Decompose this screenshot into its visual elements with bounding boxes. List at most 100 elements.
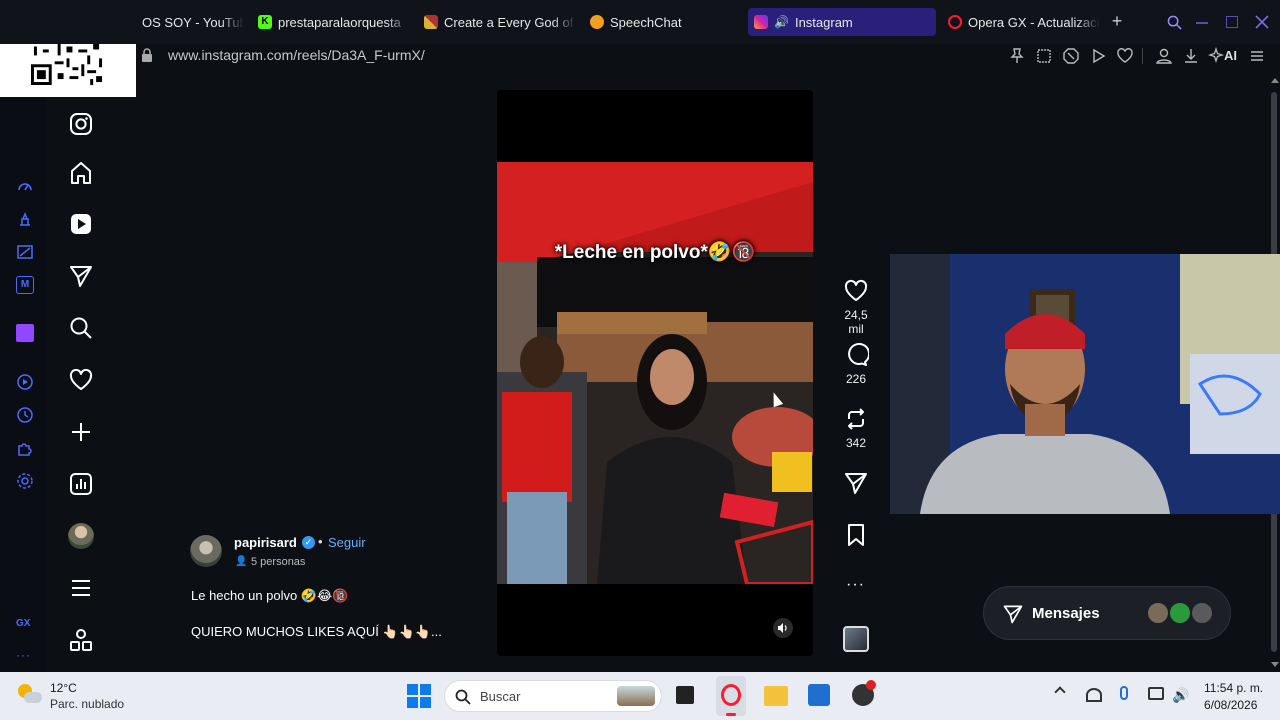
grid-icon xyxy=(424,15,438,29)
play-icon[interactable] xyxy=(1089,47,1107,65)
start-windows-icon[interactable] xyxy=(407,684,431,708)
opera-gx-taskbar-icon[interactable] xyxy=(716,676,746,716)
threads-apps-icon[interactable] xyxy=(68,627,94,653)
send-message-icon[interactable] xyxy=(68,263,94,289)
opera-sidebar: M GX ··· xyxy=(0,97,46,672)
messages-button[interactable]: Mensajes xyxy=(983,586,1231,640)
url-field[interactable]: www.instagram.com/reels/Da3A_F-urmX/ xyxy=(168,47,425,63)
store-icon[interactable] xyxy=(808,684,830,706)
share-icon[interactable] xyxy=(843,470,869,496)
microphone-icon[interactable] xyxy=(1120,686,1128,700)
network-off-icon[interactable] xyxy=(1086,688,1102,702)
webcam-overlay xyxy=(890,254,1280,514)
search-highlight-image xyxy=(617,686,655,706)
tab-instagram[interactable]: 🔊 Instagram xyxy=(748,8,936,36)
tab-opera-gx[interactable]: Opera GX - Actualizaci xyxy=(942,8,1100,36)
like-heart-icon[interactable] xyxy=(843,278,869,304)
mute-icon[interactable] xyxy=(773,618,793,638)
app-icon-notification[interactable] xyxy=(852,680,876,706)
tab-speechchat[interactable]: SpeechChat xyxy=(584,8,734,36)
twitch-icon[interactable] xyxy=(16,324,34,342)
weather-icon[interactable] xyxy=(18,684,42,706)
menu-icon[interactable] xyxy=(1248,47,1266,65)
search-icon xyxy=(455,689,471,705)
like-action[interactable]: 24,5 mil xyxy=(836,278,876,336)
profile-avatar[interactable] xyxy=(68,523,94,549)
task-view-icon[interactable] xyxy=(676,686,694,704)
repost-action[interactable]: 342 xyxy=(836,406,876,450)
message-avatar xyxy=(1190,601,1214,625)
ai-label[interactable]: AI xyxy=(1224,48,1237,63)
notifications-heart-icon[interactable] xyxy=(68,367,94,393)
follow-button[interactable]: Seguir xyxy=(328,535,366,550)
lock-icon[interactable] xyxy=(141,48,153,62)
close-window-button[interactable] xyxy=(1255,15,1269,29)
extensions-icon[interactable] xyxy=(16,439,34,457)
gx-control-icon[interactable] xyxy=(16,210,34,228)
tab-youtube[interactable]: OS SOY - YouTube xyxy=(136,8,244,36)
messenger-m-icon[interactable]: M xyxy=(16,276,34,294)
clock-date[interactable]: 6/08/2026 xyxy=(1204,698,1257,712)
weather-desc[interactable]: Parc. nublado xyxy=(50,697,124,711)
new-tab-button[interactable]: + xyxy=(1108,12,1126,30)
gx-corner-icon[interactable] xyxy=(16,243,34,261)
gx-label[interactable]: GX xyxy=(16,618,30,629)
snapshot-icon[interactable] xyxy=(1035,47,1053,65)
comment-bubble-icon[interactable] xyxy=(843,342,869,368)
history-icon[interactable] xyxy=(16,406,34,424)
tab-label: SpeechChat xyxy=(610,14,682,30)
player-icon[interactable] xyxy=(16,373,34,391)
author-avatar[interactable] xyxy=(190,535,222,567)
home-icon[interactable] xyxy=(68,160,94,186)
scroll-down-arrow[interactable] xyxy=(1271,662,1279,667)
speechchat-icon xyxy=(590,15,604,29)
bullet-separator: • xyxy=(318,534,323,549)
dashboard-icon[interactable] xyxy=(68,471,94,497)
adblock-icon[interactable] xyxy=(1062,47,1080,65)
opera-icon xyxy=(948,15,962,29)
heart-bookmark-icon[interactable] xyxy=(1116,47,1134,65)
profile-icon[interactable] xyxy=(1155,47,1173,65)
verified-badge-icon: ✓ xyxy=(302,536,315,549)
search-tabs-icon[interactable] xyxy=(1167,15,1182,30)
more-options[interactable]: ··· xyxy=(846,576,865,594)
message-avatar xyxy=(1168,601,1192,625)
author-username[interactable]: papirisard xyxy=(234,535,297,550)
reels-icon[interactable] xyxy=(68,211,94,237)
collab-count[interactable]: 5 personas xyxy=(251,556,305,568)
speaker-icon: 🔊 xyxy=(774,15,789,29)
tab-label: Instagram xyxy=(794,14,853,30)
sidebar-more[interactable]: ··· xyxy=(16,648,31,662)
clock-time[interactable]: 11:54 p. m. xyxy=(1204,681,1263,695)
audio-thumbnail[interactable] xyxy=(843,626,869,652)
search-icon[interactable] xyxy=(68,315,94,341)
display-icon[interactable] xyxy=(1148,687,1164,700)
speed-dial-icon[interactable] xyxy=(16,177,34,195)
repost-count: 342 xyxy=(845,436,867,450)
ai-sparkle-icon[interactable] xyxy=(1207,47,1225,65)
taskbar-search[interactable]: Buscar xyxy=(444,680,662,712)
weather-temp[interactable]: 12°C xyxy=(50,681,77,695)
tab-kick[interactable]: K prestaparalaorquesta xyxy=(252,8,410,36)
save-bookmark-icon[interactable] xyxy=(843,522,869,548)
comment-action[interactable]: 226 xyxy=(836,342,876,386)
create-plus-icon[interactable] xyxy=(68,419,94,445)
instagram-logo-icon[interactable] xyxy=(68,111,94,137)
message-avatar xyxy=(1146,601,1170,625)
pin-icon[interactable] xyxy=(1008,47,1026,65)
toolbar-divider xyxy=(1142,48,1143,64)
restore-button[interactable] xyxy=(1226,16,1238,28)
volume-icon[interactable]: 🔊 xyxy=(1172,687,1189,704)
repost-icon[interactable] xyxy=(843,406,869,432)
minimize-button[interactable] xyxy=(1196,22,1208,24)
download-icon[interactable] xyxy=(1182,47,1200,65)
show-hidden-icons-chevron[interactable] xyxy=(1054,686,1066,698)
more-menu-icon[interactable] xyxy=(68,575,94,601)
reel-video[interactable]: *Leche en polvo*🤣🔞 xyxy=(497,90,813,656)
kick-icon: K xyxy=(258,15,272,29)
file-explorer-icon[interactable] xyxy=(764,686,788,706)
tab-create[interactable]: Create a Every God of xyxy=(418,8,576,36)
caption-line-2[interactable]: QUIERO MUCHOS LIKES AQUÍ 👆🏻👆🏻👆🏻... xyxy=(191,624,442,640)
scroll-up-arrow[interactable] xyxy=(1271,78,1279,83)
settings-gear-icon[interactable] xyxy=(16,472,34,490)
